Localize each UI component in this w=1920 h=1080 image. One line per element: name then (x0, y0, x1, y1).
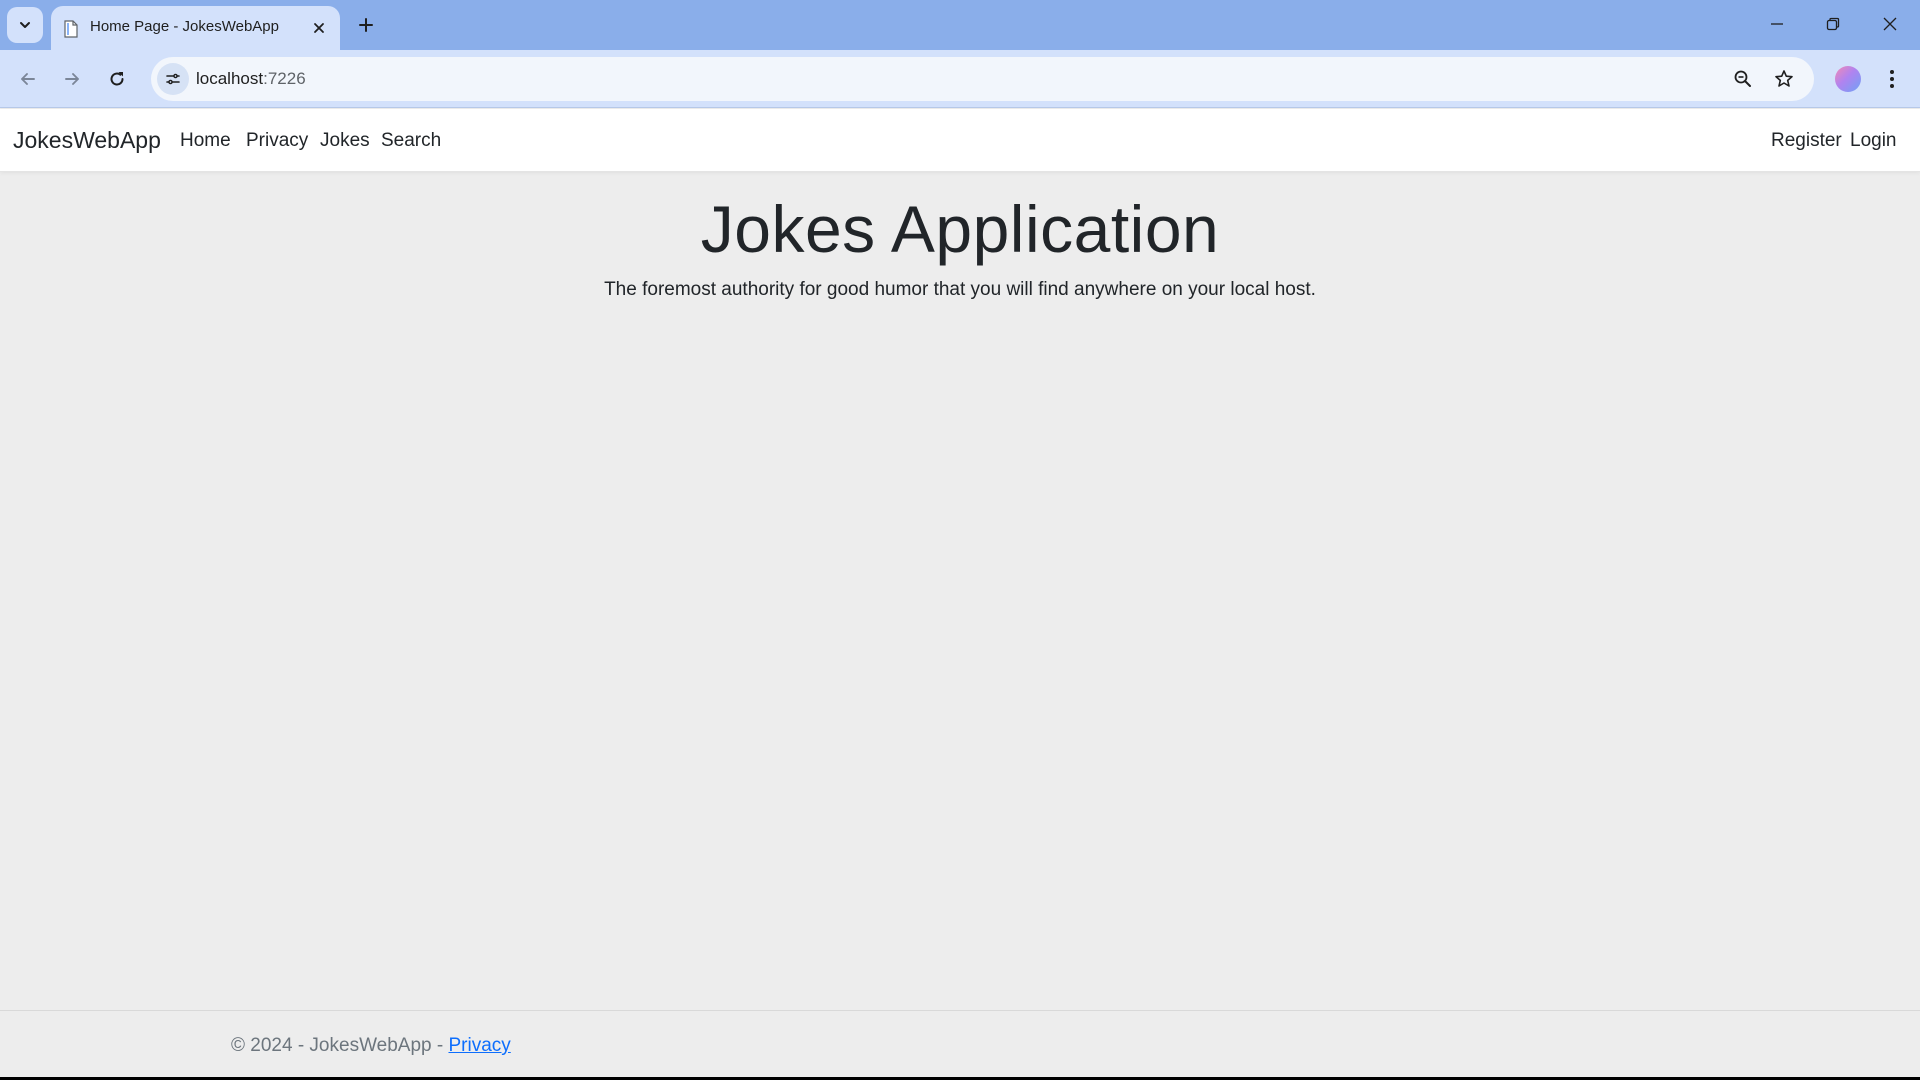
forward-button[interactable] (54, 61, 90, 97)
page-lead-text: The foremost authority for good humor th… (604, 279, 1316, 300)
nav-link-search[interactable]: Search (381, 130, 441, 152)
page-footer: © 2024 - JokesWebApp - Privacy (0, 1010, 1920, 1077)
avatar[interactable] (1835, 66, 1861, 92)
restore-button[interactable] (1811, 6, 1855, 42)
zoom-button[interactable] (1731, 67, 1755, 91)
tab-title: Home Page - JokesWebApp (90, 18, 279, 35)
address-bar[interactable]: localhost:7226 (151, 57, 1814, 101)
star-icon (1775, 70, 1793, 87)
nav-link-jokes[interactable]: Jokes (320, 130, 370, 152)
document-icon (64, 20, 78, 38)
tune-icon (166, 73, 180, 85)
minimize-button[interactable] (1755, 6, 1799, 42)
browser-window: Home Page - JokesWebApp localhost:7226 J… (0, 0, 1920, 1077)
brand-link[interactable]: JokesWebApp (13, 127, 161, 154)
page-title: Jokes Application (700, 192, 1220, 266)
plus-icon (359, 18, 373, 32)
footer-text: © 2024 - JokesWebApp - Privacy (231, 1035, 511, 1057)
reload-button[interactable] (99, 61, 135, 97)
tab-search-button[interactable] (7, 7, 43, 43)
close-window-button[interactable] (1868, 6, 1912, 42)
web-page: JokesWebApp Home Privacy Jokes Search Re… (0, 109, 1920, 1077)
bookmark-button[interactable] (1772, 67, 1796, 91)
back-button[interactable] (10, 61, 46, 97)
chevron-down-icon (20, 22, 30, 28)
tab-close-button[interactable] (310, 19, 328, 37)
url-host: localhost (196, 69, 264, 88)
site-info-button[interactable] (157, 63, 189, 95)
site-navbar: JokesWebApp Home Privacy Jokes Search Re… (0, 109, 1920, 172)
restore-icon (1826, 17, 1840, 31)
kebab-menu-icon (1890, 70, 1894, 88)
browser-menu-button[interactable] (1880, 61, 1904, 97)
register-link[interactable]: Register (1771, 130, 1842, 152)
footer-privacy-link[interactable]: Privacy (448, 1035, 510, 1056)
zoom-icon (1734, 70, 1751, 87)
arrow-right-icon (65, 73, 79, 85)
arrow-left-icon (21, 73, 35, 85)
close-icon (314, 23, 324, 33)
footer-copyright: © 2024 - JokesWebApp - (231, 1035, 449, 1056)
reload-icon (110, 72, 124, 86)
url-port: :7226 (263, 69, 306, 88)
minimize-icon (1771, 23, 1783, 25)
new-tab-button[interactable] (350, 9, 382, 41)
nav-link-privacy[interactable]: Privacy (246, 130, 308, 152)
active-tab[interactable]: Home Page - JokesWebApp (51, 6, 340, 50)
nav-link-home[interactable]: Home (180, 130, 231, 152)
url-text: localhost:7226 (196, 69, 306, 89)
browser-toolbar: localhost:7226 (0, 50, 1920, 108)
close-icon (1883, 17, 1897, 31)
tab-strip: Home Page - JokesWebApp (0, 0, 1920, 50)
login-link[interactable]: Login (1850, 130, 1897, 152)
